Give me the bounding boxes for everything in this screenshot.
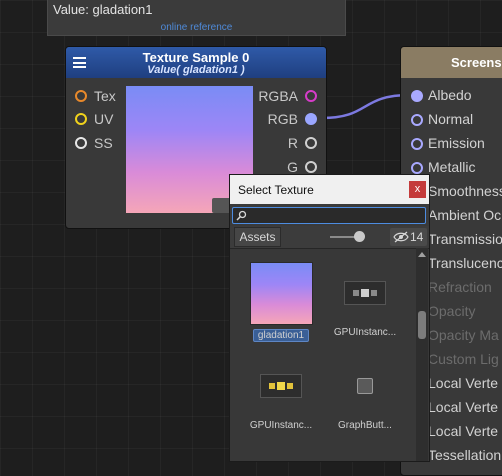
hidden-packages-toggle[interactable]: 14 xyxy=(390,228,427,246)
ss-port-icon[interactable] xyxy=(75,137,87,149)
scroll-up-arrow-icon[interactable] xyxy=(418,252,426,257)
g-port-icon[interactable] xyxy=(305,161,317,173)
screenspace-input-label: Local Verte xyxy=(428,375,499,391)
popup-title: Select Texture xyxy=(238,183,314,197)
screenspace-input-label: Opacity Ma xyxy=(428,327,499,343)
screenspace-input-label: Ambient Oc xyxy=(428,207,502,223)
screenspace-input-label: Opacity xyxy=(428,303,476,319)
output-label: RGB xyxy=(267,111,298,127)
asset-item[interactable]: GPUInstanc... xyxy=(241,355,321,431)
input-port-icon[interactable] xyxy=(411,138,423,150)
texture-node-subtitle: Value( gladation1 ) xyxy=(147,64,245,76)
hidden-count: 14 xyxy=(410,230,424,244)
asset-label: GPUInstanc... xyxy=(333,327,397,338)
asset-label: GPUInstanc... xyxy=(249,420,313,431)
select-texture-popup[interactable]: Select Texture x Assets 14 gladation1 GP… xyxy=(229,174,430,462)
output-port-rgba[interactable]: RGBA xyxy=(258,88,317,104)
output-label: RGBA xyxy=(258,88,298,104)
input-port-ss[interactable]: SS xyxy=(75,135,113,151)
output-port-r[interactable]: R xyxy=(288,135,317,151)
output-port-rgb[interactable]: RGB xyxy=(268,111,317,127)
rgba-port-icon[interactable] xyxy=(305,90,317,102)
uv-port-icon[interactable] xyxy=(75,113,87,125)
screenspace-input-label: Refraction xyxy=(428,279,492,295)
gpu-instancing-icon xyxy=(335,262,396,323)
search-icon xyxy=(236,210,247,221)
online-reference-link[interactable]: online reference xyxy=(48,22,345,33)
input-port-uv[interactable]: UV xyxy=(75,111,113,127)
screenspace-node-title: Screensp xyxy=(451,55,502,70)
screenspace-input-label: Normal xyxy=(428,111,474,127)
gpu-instancing-icon xyxy=(251,355,312,416)
rgb-port-icon[interactable] xyxy=(305,113,317,125)
screenspace-input-label: Emission xyxy=(428,135,485,151)
node-tooltip: Value: gladation1 online reference xyxy=(47,0,346,36)
vertical-scrollbar[interactable] xyxy=(416,248,428,461)
asset-label: gladation1 xyxy=(252,329,310,342)
search-row xyxy=(230,204,429,226)
input-port-icon[interactable] xyxy=(411,114,423,126)
popup-titlebar[interactable]: Select Texture x xyxy=(230,175,429,204)
screenspace-input-label: Albedo xyxy=(428,87,472,103)
input-label: SS xyxy=(94,135,113,151)
texture-node-header[interactable]: Texture Sample 0 Value( gladation1 ) xyxy=(66,47,326,78)
input-label: Tex xyxy=(94,88,116,104)
asset-label: GraphButt... xyxy=(338,420,392,431)
screenspace-input-label: Metallic xyxy=(428,159,476,175)
texture-node-title: Texture Sample 0 xyxy=(142,50,250,65)
screenspace-input-label: Translucenc xyxy=(428,255,502,271)
tex-port-icon[interactable] xyxy=(75,90,87,102)
output-label: R xyxy=(287,135,298,151)
zoom-slider-handle[interactable] xyxy=(354,231,365,242)
rgb-to-albedo-wire xyxy=(321,93,411,120)
asset-item[interactable]: gladation1 xyxy=(241,262,321,347)
screenspace-input-label: Local Verte xyxy=(428,399,499,415)
screenspace-input-label: Smoothness xyxy=(428,183,502,199)
output-port-g[interactable]: G xyxy=(287,159,317,175)
input-port-tex[interactable]: Tex xyxy=(75,88,116,104)
input-port-icon[interactable] xyxy=(411,90,423,102)
screenspace-input-label: Local Verte xyxy=(428,423,499,439)
screenspace-node-header[interactable]: Screensp xyxy=(401,47,502,78)
search-input[interactable] xyxy=(232,207,426,224)
screenspace-input-label: Tessellation xyxy=(428,447,502,463)
gradient-texture-icon xyxy=(249,262,313,325)
close-button[interactable]: x xyxy=(409,181,426,198)
r-port-icon[interactable] xyxy=(305,137,317,149)
asset-item[interactable]: GPUInstanc... xyxy=(325,262,405,338)
eye-slash-icon xyxy=(393,231,409,243)
screenspace-input-label: Custom Lig xyxy=(428,351,499,367)
scrollbar-thumb[interactable] xyxy=(418,311,426,339)
output-label: G xyxy=(287,159,298,175)
input-port-icon[interactable] xyxy=(411,162,423,174)
input-label: UV xyxy=(94,111,114,127)
graph-button-icon xyxy=(335,355,396,416)
screenspace-input-label: Transmissio xyxy=(428,231,502,247)
tab-assets[interactable]: Assets xyxy=(234,227,281,247)
popup-toolbar: Assets 14 xyxy=(230,226,429,249)
asset-item[interactable]: GraphButt... xyxy=(325,355,405,431)
tooltip-value: Value: gladation1 xyxy=(53,2,153,17)
